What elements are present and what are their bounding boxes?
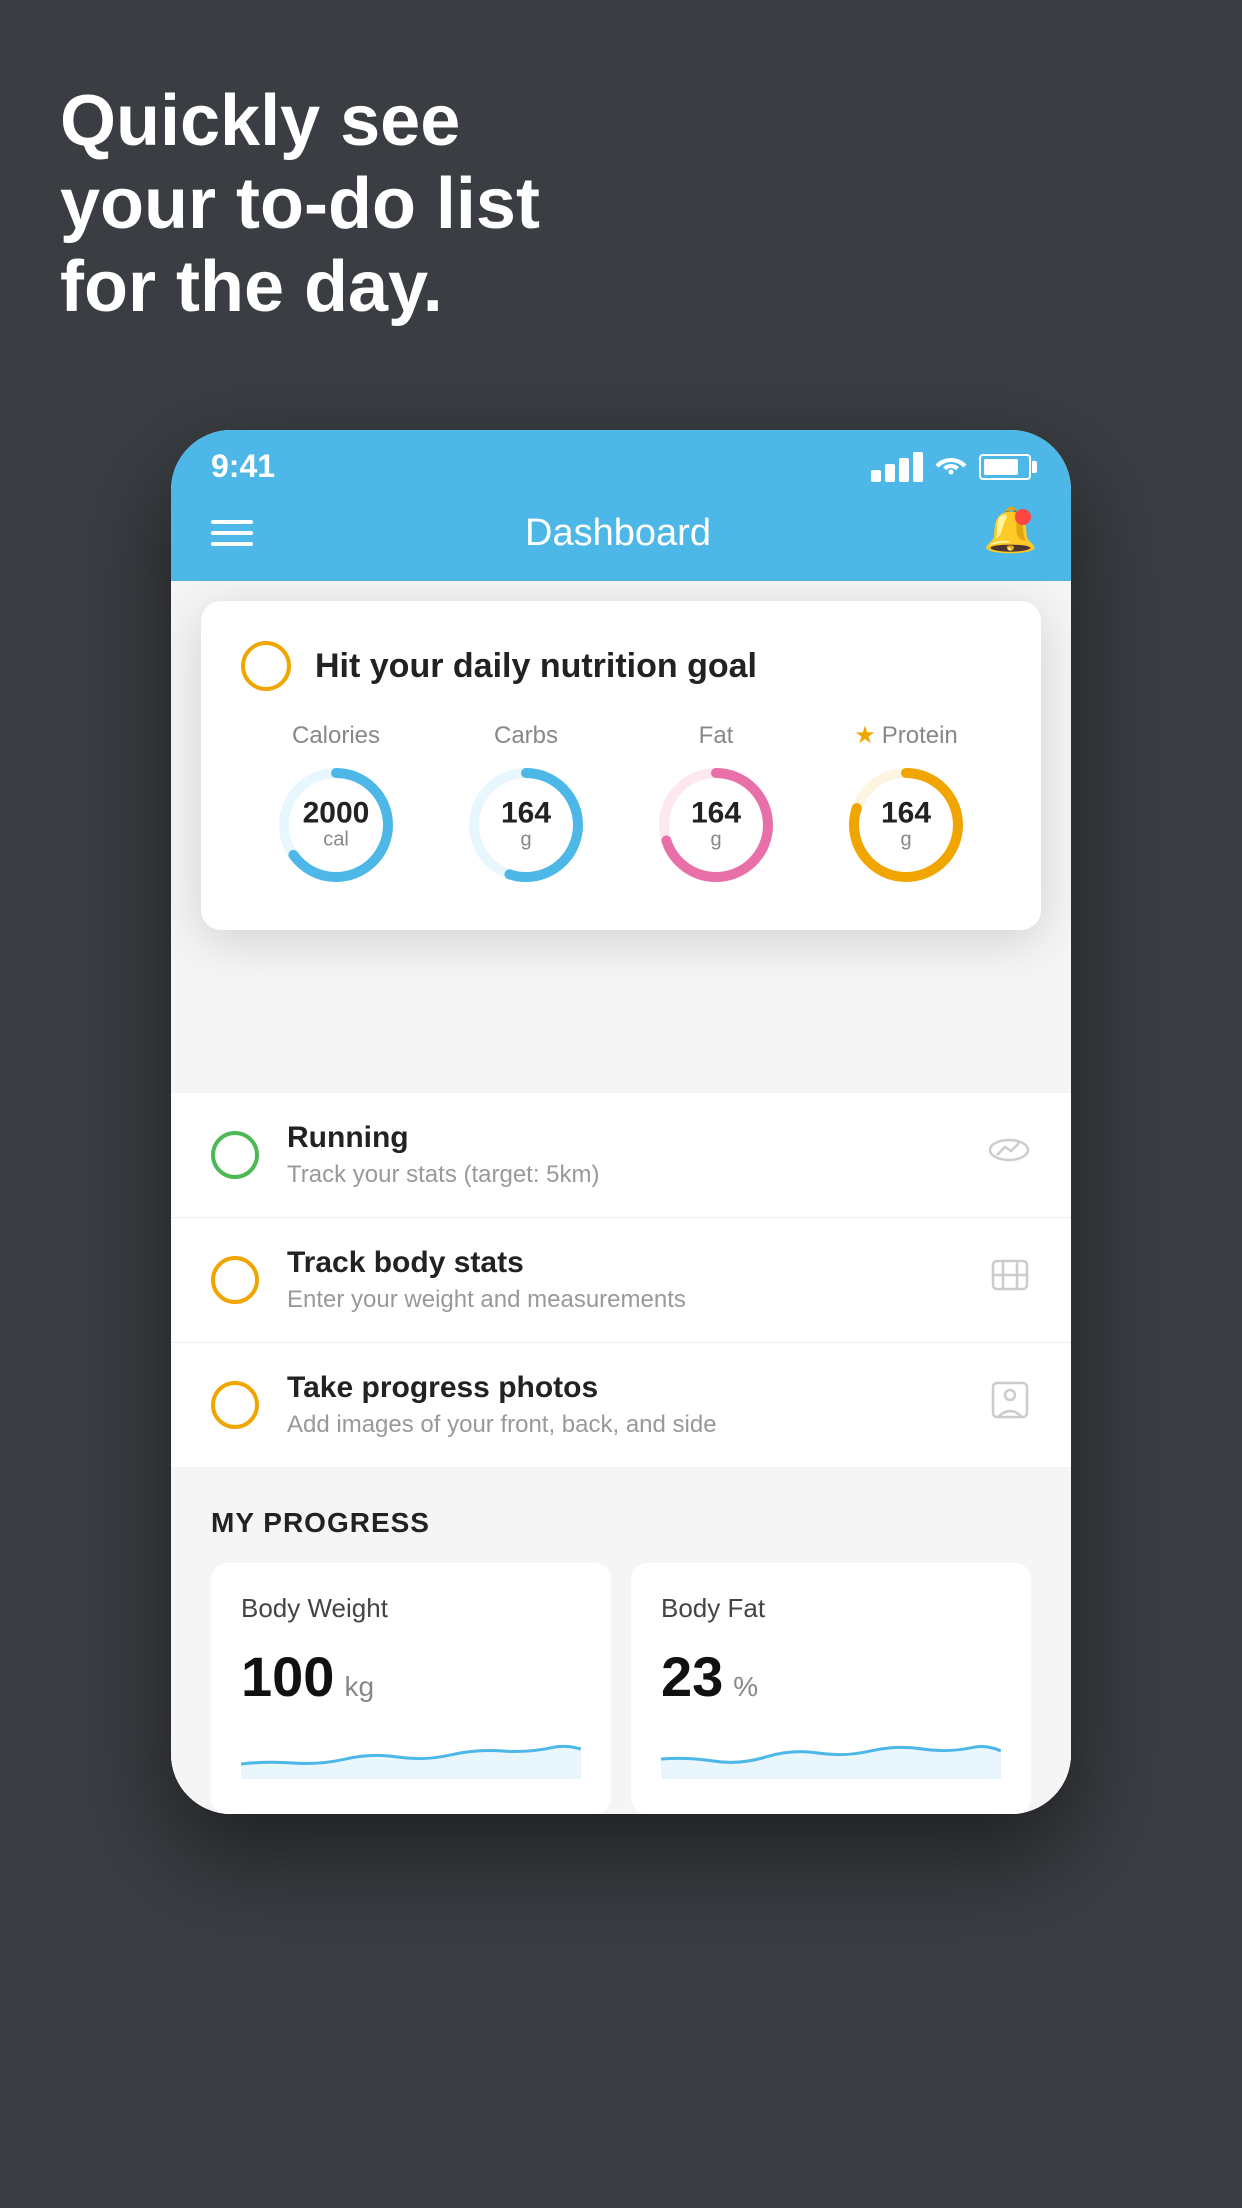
nutrition-protein: ★ Protein 164 g: [841, 721, 971, 890]
body-stats-content: Track body stats Enter your weight and m…: [287, 1246, 989, 1314]
signal-icon: [871, 452, 923, 482]
carbs-label: Carbs: [494, 722, 558, 750]
running-icon: [987, 1133, 1031, 1177]
progress-section: MY PROGRESS Body Weight 100 kg Bod: [171, 1467, 1071, 1814]
protein-chart: 164 g: [841, 760, 971, 890]
photos-icon: [989, 1379, 1031, 1431]
nutrition-calories: Calories 2000 cal: [271, 722, 401, 890]
running-title: Running: [287, 1121, 987, 1155]
todo-item-photos[interactable]: Take progress photos Add images of your …: [171, 1343, 1071, 1467]
photos-checkbox[interactable]: [211, 1381, 259, 1429]
hero-line2: your to-do list: [60, 163, 540, 246]
phone-mockup: 9:41 Dashboard 🔔: [171, 430, 1071, 1814]
weight-card-title: Body Weight: [241, 1593, 581, 1624]
nutrition-fat: Fat 164 g: [651, 722, 781, 890]
main-task-row: Hit your daily nutrition goal: [241, 641, 1001, 691]
weight-value: 100: [241, 1644, 334, 1709]
progress-title: MY PROGRESS: [211, 1507, 1031, 1539]
app-header: Dashboard 🔔: [171, 493, 1071, 581]
star-icon: ★: [854, 721, 876, 750]
body-stats-icon: [989, 1257, 1031, 1303]
battery-icon: [979, 454, 1031, 480]
status-time: 9:41: [211, 448, 275, 485]
fat-progress-unit: %: [733, 1671, 758, 1703]
weight-unit: kg: [344, 1671, 374, 1703]
fat-chart: 164 g: [651, 760, 781, 890]
header-title: Dashboard: [525, 512, 711, 555]
calories-label: Calories: [292, 722, 380, 750]
progress-card-fat: Body Fat 23 %: [631, 1563, 1031, 1814]
fat-card-title: Body Fat: [661, 1593, 1001, 1624]
notification-badge: [1015, 509, 1031, 525]
protein-value: 164: [881, 799, 931, 829]
hero-line1: Quickly see: [60, 80, 540, 163]
nutrition-card: Hit your daily nutrition goal Calories 2…: [201, 601, 1041, 930]
todo-item-running[interactable]: Running Track your stats (target: 5km): [171, 1093, 1071, 1218]
calories-chart: 2000 cal: [271, 760, 401, 890]
todo-list: Running Track your stats (target: 5km) T…: [171, 1093, 1071, 1467]
fat-value-row: 23 %: [661, 1644, 1001, 1709]
protein-label: ★ Protein: [854, 721, 958, 750]
fat-label: Fat: [699, 722, 734, 750]
running-content: Running Track your stats (target: 5km): [287, 1121, 987, 1189]
carbs-value: 164: [501, 798, 551, 828]
body-stats-subtitle: Enter your weight and measurements: [287, 1286, 989, 1314]
main-task-checkbox[interactable]: [241, 641, 291, 691]
photos-content: Take progress photos Add images of your …: [287, 1371, 989, 1439]
wifi-icon: [935, 451, 967, 483]
calories-unit: cal: [303, 828, 370, 851]
status-icons: [871, 451, 1031, 483]
app-body: THINGS TO DO TODAY Hit your daily nutrit…: [171, 581, 1071, 1814]
photos-subtitle: Add images of your front, back, and side: [287, 1411, 989, 1439]
weight-sparkline: [241, 1729, 581, 1779]
fat-sparkline: [661, 1729, 1001, 1779]
status-bar: 9:41: [171, 430, 1071, 493]
todo-item-body-stats[interactable]: Track body stats Enter your weight and m…: [171, 1218, 1071, 1343]
photos-title: Take progress photos: [287, 1371, 989, 1405]
notification-button[interactable]: 🔔: [983, 509, 1031, 557]
body-stats-checkbox[interactable]: [211, 1256, 259, 1304]
progress-card-weight: Body Weight 100 kg: [211, 1563, 611, 1814]
fat-value: 164: [691, 798, 741, 828]
body-stats-title: Track body stats: [287, 1246, 989, 1280]
progress-cards: Body Weight 100 kg Body Fat 23 %: [211, 1563, 1031, 1814]
running-checkbox[interactable]: [211, 1131, 259, 1179]
menu-button[interactable]: [211, 520, 253, 546]
running-subtitle: Track your stats (target: 5km): [287, 1161, 987, 1189]
hero-text: Quickly see your to-do list for the day.: [60, 80, 540, 328]
protein-unit: g: [881, 829, 931, 852]
nutrition-carbs: Carbs 164 g: [461, 722, 591, 890]
hero-line3: for the day.: [60, 246, 540, 329]
nutrition-row: Calories 2000 cal Carbs: [241, 721, 1001, 890]
calories-value: 2000: [303, 798, 370, 828]
fat-unit: g: [691, 828, 741, 851]
weight-value-row: 100 kg: [241, 1644, 581, 1709]
main-task-label: Hit your daily nutrition goal: [315, 647, 757, 686]
carbs-chart: 164 g: [461, 760, 591, 890]
carbs-unit: g: [501, 828, 551, 851]
fat-progress-value: 23: [661, 1644, 723, 1709]
